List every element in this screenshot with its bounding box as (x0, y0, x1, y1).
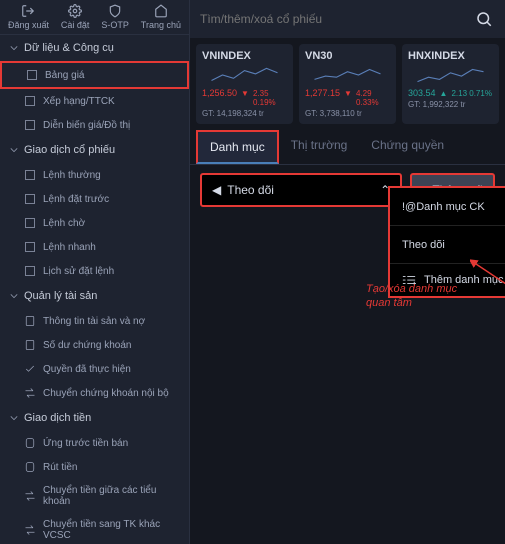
section-stock-trade[interactable]: Giao dịch cổ phiếu (0, 137, 189, 163)
menu-pending-order[interactable]: Lệnh chờ (0, 211, 189, 235)
menu-normal-order[interactable]: Lệnh thường (0, 163, 189, 187)
tab-watchlist[interactable]: Danh mục (196, 130, 279, 164)
spark-icon (408, 64, 493, 86)
dd-add-list[interactable]: Thêm danh mục (390, 264, 505, 296)
menu-asset-info[interactable]: Thông tin tài sản và nợ (0, 309, 189, 333)
home-label: Trang chủ (141, 20, 181, 30)
settings-button[interactable]: Cài đặt (61, 4, 90, 30)
menu-price-chart[interactable]: Diễn biến giá/Đồ thị (0, 113, 189, 137)
watchlist-dropdown[interactable]: ◀Theo dõi ⌃ (200, 173, 402, 207)
menu-order-history[interactable]: Lịch sử đặt lệnh (0, 259, 189, 283)
index-hnx[interactable]: HNXINDEX 303.54▲2.13 0.71% GT: 1,992,322… (402, 44, 499, 124)
menu-pre-order[interactable]: Lệnh đặt trước (0, 187, 189, 211)
list-add-icon (402, 274, 416, 286)
sotp-label: S-OTP (101, 20, 129, 30)
menu-ranking[interactable]: Xếp hạng/TTCK (0, 89, 189, 113)
search-bar (190, 0, 505, 38)
indices: VNINDEX 1,256.50▼2.35 0.19% GT: 14,198,3… (190, 38, 505, 130)
menu-withdraw[interactable]: Rút tiền (0, 455, 189, 479)
index-vn30[interactable]: VN30 1,277.15▼4.29 0.33% GT: 3,738,110 t… (299, 44, 396, 124)
menu-rights[interactable]: Quyền đã thực hiện (0, 357, 189, 381)
dd-default-list[interactable]: !@Danh mục CK⋮ (390, 188, 505, 226)
menu-transfer-other[interactable]: Chuyển tiền sang TK khác VCSC (0, 513, 189, 544)
watchlist-dropdown-panel: !@Danh mục CK⋮ Theo dõi⋮ Thêm danh mục (388, 186, 505, 298)
search-icon[interactable] (473, 8, 495, 30)
home-button[interactable]: Trang chủ (141, 4, 181, 30)
spark-icon (202, 64, 287, 86)
index-vnindex[interactable]: VNINDEX 1,256.50▼2.35 0.19% GT: 14,198,3… (196, 44, 293, 124)
menu-stock-balance[interactable]: Số dư chứng khoán (0, 333, 189, 357)
tab-market[interactable]: Thị trường (279, 130, 360, 164)
menu-advance[interactable]: Ứng trước tiền bán (0, 431, 189, 455)
section-asset[interactable]: Quản lý tài sản (0, 283, 189, 309)
chevron-left-icon: ◀ (212, 183, 221, 197)
menu-internal-transfer[interactable]: Chuyển chứng khoán nội bộ (0, 381, 189, 405)
search-input[interactable] (200, 12, 467, 26)
settings-label: Cài đặt (61, 20, 90, 30)
spark-icon (305, 64, 390, 86)
logout-label: Đăng xuất (8, 20, 49, 30)
tabs: Danh mục Thị trường Chứng quyền (190, 130, 505, 165)
section-data-tools[interactable]: Dữ liệu & Công cụ (0, 35, 189, 61)
menu-transfer-sub[interactable]: Chuyển tiền giữa các tiểu khoản (0, 479, 189, 513)
logout-button[interactable]: Đăng xuất (8, 4, 49, 30)
menu-price-board[interactable]: Bảng giá (0, 61, 189, 89)
tab-warrant[interactable]: Chứng quyền (359, 130, 456, 164)
dd-follow-list[interactable]: Theo dõi⋮ (390, 226, 505, 264)
section-cash[interactable]: Giao dịch tiền (0, 405, 189, 431)
menu-quick-order[interactable]: Lệnh nhanh (0, 235, 189, 259)
sotp-button[interactable]: S-OTP (101, 4, 129, 30)
